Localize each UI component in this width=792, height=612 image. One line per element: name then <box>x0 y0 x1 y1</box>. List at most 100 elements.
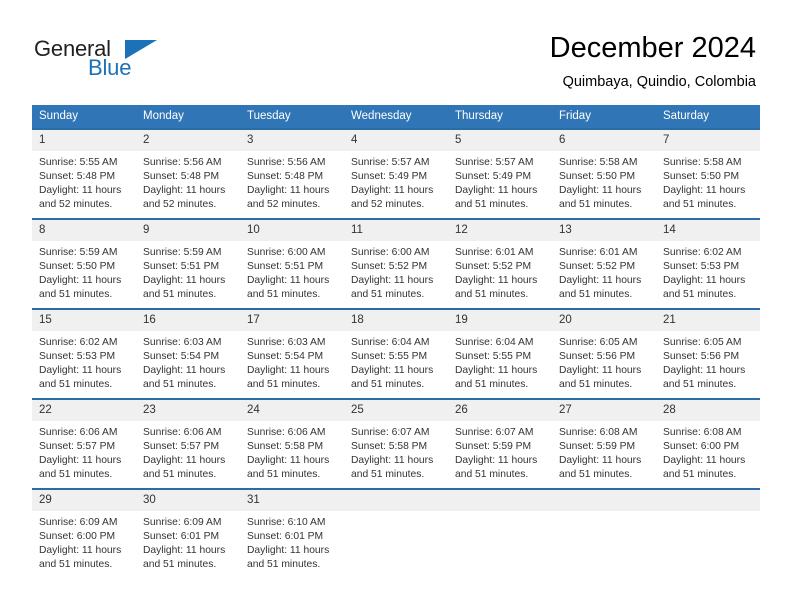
calendar-day-cell[interactable]: 4 Sunrise: 5:57 AM Sunset: 5:49 PM Daylight… <box>344 128 448 219</box>
daylight-text: and 51 minutes. <box>559 199 633 210</box>
logo-text-blue: Blue <box>88 55 132 80</box>
daylight-text: Daylight: 11 hours <box>351 455 434 466</box>
sunrise-text: Sunrise: 6:06 AM <box>247 427 326 438</box>
day-details: Sunrise: 6:02 AM Sunset: 5:53 PM Daylight:… <box>32 331 136 392</box>
daylight-text: Daylight: 11 hours <box>455 365 538 376</box>
calendar-day-cell[interactable]: 30 Sunrise: 6:09 AM Sunset: 6:01 PM Dayligh… <box>136 488 240 578</box>
sunset-text: Sunset: 5:55 PM <box>455 351 532 362</box>
day-details: Sunrise: 6:01 AM Sunset: 5:52 PM Daylight:… <box>552 241 656 302</box>
calendar-day-cell[interactable]: 14 Sunrise: 6:02 AM Sunset: 5:53 PM Dayligh… <box>656 218 760 309</box>
sunrise-text: Sunrise: 5:57 AM <box>455 157 534 168</box>
calendar-day-cell[interactable]: 15 Sunrise: 6:02 AM Sunset: 5:53 PM Dayligh… <box>32 308 136 399</box>
day-details: Sunrise: 6:09 AM Sunset: 6:01 PM Daylight:… <box>136 511 240 572</box>
calendar-day-cell[interactable]: 13 Sunrise: 6:01 AM Sunset: 5:52 PM Dayligh… <box>552 218 656 309</box>
day-number: 8 <box>32 220 136 241</box>
general-blue-logo[interactable]: General Blue <box>34 38 234 88</box>
calendar-day-cell[interactable]: 27 Sunrise: 6:08 AM Sunset: 5:59 PM Dayligh… <box>552 398 656 489</box>
weekday-header-sunday: Sunday <box>32 105 136 129</box>
calendar-day-cell[interactable]: 8 Sunrise: 5:59 AM Sunset: 5:50 PM Daylight… <box>32 218 136 309</box>
calendar-day-cell[interactable]: 5 Sunrise: 5:57 AM Sunset: 5:49 PM Daylight… <box>448 128 552 219</box>
day-number: 16 <box>136 310 240 331</box>
calendar-day-cell[interactable]: 11 Sunrise: 6:00 AM Sunset: 5:52 PM Dayligh… <box>344 218 448 309</box>
sunset-text: Sunset: 5:52 PM <box>559 261 636 272</box>
calendar-day-cell[interactable]: 3 Sunrise: 5:56 AM Sunset: 5:48 PM Daylight… <box>240 128 344 219</box>
day-number: 5 <box>448 130 552 151</box>
day-number: 29 <box>32 490 136 511</box>
day-number: 3 <box>240 130 344 151</box>
calendar-day-cell[interactable]: 29 Sunrise: 6:09 AM Sunset: 6:00 PM Dayligh… <box>32 488 136 578</box>
day-number: 19 <box>448 310 552 331</box>
daylight-text: Daylight: 11 hours <box>39 365 122 376</box>
day-number: 23 <box>136 400 240 421</box>
sunset-text: Sunset: 5:48 PM <box>143 171 220 182</box>
calendar-day-cell[interactable]: 7 Sunrise: 5:58 AM Sunset: 5:50 PM Daylight… <box>656 128 760 219</box>
calendar-day-cell[interactable]: 9 Sunrise: 5:59 AM Sunset: 5:51 PM Daylight… <box>136 218 240 309</box>
daylight-text: and 51 minutes. <box>143 289 217 300</box>
calendar-day-cell[interactable]: 2 Sunrise: 5:56 AM Sunset: 5:48 PM Daylight… <box>136 128 240 219</box>
daylight-text: and 51 minutes. <box>351 469 425 480</box>
sunrise-text: Sunrise: 5:57 AM <box>351 157 430 168</box>
day-number: 21 <box>656 310 760 331</box>
calendar-day-cell[interactable]: 31 Sunrise: 6:10 AM Sunset: 6:01 PM Dayligh… <box>240 488 344 578</box>
weekday-header-row: Sunday Monday Tuesday Wednesday Thursday… <box>32 105 760 129</box>
daylight-text: and 51 minutes. <box>143 559 217 570</box>
day-details: Sunrise: 5:58 AM Sunset: 5:50 PM Daylight:… <box>552 151 656 212</box>
calendar-day-cell[interactable]: 21 Sunrise: 6:05 AM Sunset: 5:56 PM Dayligh… <box>656 308 760 399</box>
calendar-day-cell-empty <box>448 488 552 578</box>
day-number <box>448 490 552 511</box>
daylight-text: and 51 minutes. <box>351 289 425 300</box>
calendar-day-cell[interactable]: 12 Sunrise: 6:01 AM Sunset: 5:52 PM Dayligh… <box>448 218 552 309</box>
sunset-text: Sunset: 6:01 PM <box>247 531 324 542</box>
day-details: Sunrise: 6:04 AM Sunset: 5:55 PM Daylight:… <box>448 331 552 392</box>
calendar-day-cell-empty <box>656 488 760 578</box>
calendar-day-cell[interactable]: 23 Sunrise: 6:06 AM Sunset: 5:57 PM Dayligh… <box>136 398 240 489</box>
calendar-day-cell[interactable]: 16 Sunrise: 6:03 AM Sunset: 5:54 PM Dayligh… <box>136 308 240 399</box>
day-number: 6 <box>552 130 656 151</box>
title-block: December 2024 Quimbaya, Quindio, Colombi… <box>550 30 756 92</box>
daylight-text: Daylight: 11 hours <box>559 455 642 466</box>
calendar-day-cell[interactable]: 6 Sunrise: 5:58 AM Sunset: 5:50 PM Daylight… <box>552 128 656 219</box>
calendar-day-cell[interactable]: 24 Sunrise: 6:06 AM Sunset: 5:58 PM Dayligh… <box>240 398 344 489</box>
sunset-text: Sunset: 5:54 PM <box>143 351 220 362</box>
calendar-day-cell[interactable]: 20 Sunrise: 6:05 AM Sunset: 5:56 PM Dayligh… <box>552 308 656 399</box>
day-number: 7 <box>656 130 760 151</box>
day-details: Sunrise: 6:08 AM Sunset: 5:59 PM Daylight:… <box>552 421 656 482</box>
sunset-text: Sunset: 5:57 PM <box>143 441 220 452</box>
day-details: Sunrise: 6:08 AM Sunset: 6:00 PM Daylight:… <box>656 421 760 482</box>
daylight-text: and 51 minutes. <box>559 469 633 480</box>
calendar-day-cell[interactable]: 17 Sunrise: 6:03 AM Sunset: 5:54 PM Dayligh… <box>240 308 344 399</box>
daylight-text: and 51 minutes. <box>247 559 321 570</box>
day-details: Sunrise: 6:02 AM Sunset: 5:53 PM Daylight:… <box>656 241 760 302</box>
calendar-day-cell[interactable]: 22 Sunrise: 6:06 AM Sunset: 5:57 PM Dayligh… <box>32 398 136 489</box>
daylight-text: and 51 minutes. <box>455 379 529 390</box>
calendar-day-cell[interactable]: 25 Sunrise: 6:07 AM Sunset: 5:58 PM Dayligh… <box>344 398 448 489</box>
day-details: Sunrise: 5:57 AM Sunset: 5:49 PM Daylight:… <box>344 151 448 212</box>
day-details: Sunrise: 5:59 AM Sunset: 5:50 PM Daylight:… <box>32 241 136 302</box>
daylight-text: Daylight: 11 hours <box>663 185 746 196</box>
calendar-week-row: 22 Sunrise: 6:06 AM Sunset: 5:57 PM Dayligh… <box>32 398 760 489</box>
sunset-text: Sunset: 5:59 PM <box>455 441 532 452</box>
daylight-text: Daylight: 11 hours <box>559 275 642 286</box>
sunrise-text: Sunrise: 6:09 AM <box>143 517 222 528</box>
calendar-day-cell[interactable]: 28 Sunrise: 6:08 AM Sunset: 6:00 PM Dayligh… <box>656 398 760 489</box>
calendar-day-cell[interactable]: 10 Sunrise: 6:00 AM Sunset: 5:51 PM Dayligh… <box>240 218 344 309</box>
calendar-day-cell[interactable]: 1 Sunrise: 5:55 AM Sunset: 5:48 PM Daylight… <box>32 128 136 219</box>
daylight-text: and 51 minutes. <box>559 289 633 300</box>
day-number: 30 <box>136 490 240 511</box>
sunset-text: Sunset: 5:58 PM <box>351 441 428 452</box>
sunrise-text: Sunrise: 6:02 AM <box>39 337 118 348</box>
daylight-text: and 51 minutes. <box>39 469 113 480</box>
day-details: Sunrise: 6:05 AM Sunset: 5:56 PM Daylight:… <box>552 331 656 392</box>
daylight-text: Daylight: 11 hours <box>351 185 434 196</box>
sunrise-text: Sunrise: 6:03 AM <box>143 337 222 348</box>
weekday-header-monday: Monday <box>136 105 240 129</box>
sunset-text: Sunset: 5:48 PM <box>39 171 116 182</box>
calendar-day-cell[interactable]: 19 Sunrise: 6:04 AM Sunset: 5:55 PM Dayligh… <box>448 308 552 399</box>
calendar-day-cell[interactable]: 26 Sunrise: 6:07 AM Sunset: 5:59 PM Dayligh… <box>448 398 552 489</box>
sunrise-text: Sunrise: 6:04 AM <box>455 337 534 348</box>
daylight-text: and 51 minutes. <box>663 199 737 210</box>
daylight-text: Daylight: 11 hours <box>351 275 434 286</box>
daylight-text: and 52 minutes. <box>39 199 113 210</box>
calendar-day-cell[interactable]: 18 Sunrise: 6:04 AM Sunset: 5:55 PM Dayligh… <box>344 308 448 399</box>
sunrise-text: Sunrise: 6:06 AM <box>39 427 118 438</box>
